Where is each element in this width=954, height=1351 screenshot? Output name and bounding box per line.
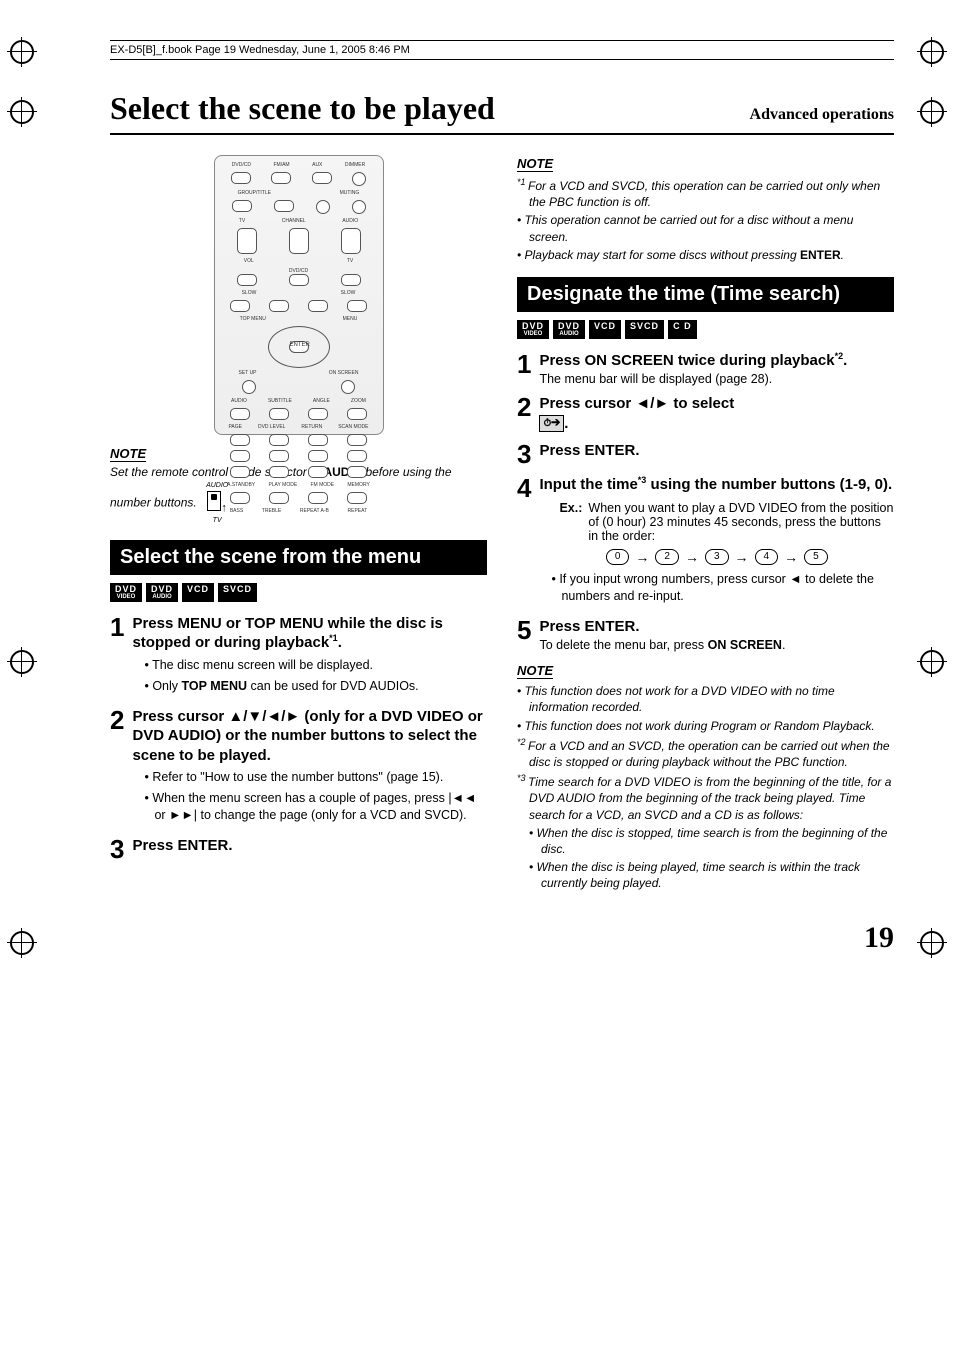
left-step-3: 3 Press ENTER. bbox=[110, 836, 487, 862]
left-step-2: 2 Press cursor ▲/▼/◄/► (only for a DVD V… bbox=[110, 707, 487, 828]
example-text: When you want to play a DVD VIDEO from t… bbox=[588, 501, 894, 543]
note-label: NOTE bbox=[517, 156, 553, 172]
step-title: Press cursor ◄/► to select ⏱➔. bbox=[539, 394, 894, 433]
note-item: • This function does not work for a DVD … bbox=[517, 683, 894, 715]
page-number: 19 bbox=[110, 921, 894, 955]
badge-vcd: VCD bbox=[182, 583, 214, 602]
badge-svcd: SVCD bbox=[625, 320, 664, 339]
note-label: NOTE bbox=[517, 663, 553, 679]
step-subtext: To delete the menu bar, press ON SCREEN. bbox=[539, 638, 894, 652]
page-subtitle: Advanced operations bbox=[750, 106, 894, 124]
page-title: Select the scene to be played bbox=[110, 90, 495, 127]
badge-dvd-video: DVDVIDEO bbox=[110, 583, 142, 602]
step-number: 1 bbox=[517, 351, 531, 377]
step-subtext: The menu bar will be displayed (page 28)… bbox=[539, 372, 894, 386]
remote-control-illustration: DVD/CDFM/AMAUXDIMMER GROUP/TITLEMUTING T… bbox=[214, 155, 384, 435]
example-label: Ex.: bbox=[559, 501, 582, 543]
badge-svcd: SVCD bbox=[218, 583, 257, 602]
title-row: Select the scene to be played Advanced o… bbox=[110, 90, 894, 135]
note-item: *2 For a VCD and an SVCD, the operation … bbox=[517, 736, 894, 770]
note-item: *1 For a VCD and SVCD, this operation ca… bbox=[517, 176, 894, 210]
note-item: • Playback may start for some discs with… bbox=[517, 247, 894, 263]
clock-arrow-icon: ⏱➔ bbox=[539, 415, 564, 432]
badge-dvd-audio: DVDAUDIO bbox=[146, 583, 178, 602]
num-button-icon: 3 bbox=[705, 549, 729, 565]
step-number: 4 bbox=[517, 475, 531, 501]
num-button-icon: 0 bbox=[606, 549, 630, 565]
section-header-time-search: Designate the time (Time search) bbox=[517, 277, 894, 312]
step-title: Press MENU or TOP MENU while the disc is… bbox=[132, 614, 487, 653]
bullet: • If you input wrong numbers, press curs… bbox=[551, 571, 894, 605]
badge-dvd-video: DVDVIDEO bbox=[517, 320, 549, 339]
badge-dvd-audio: DVDAUDIO bbox=[553, 320, 585, 339]
step-number: 3 bbox=[517, 441, 531, 467]
left-step-1: 1 Press MENU or TOP MENU while the disc … bbox=[110, 614, 487, 699]
note-item: • This function does not work during Pro… bbox=[517, 718, 894, 734]
num-button-icon: 2 bbox=[655, 549, 679, 565]
step-title: Press ENTER. bbox=[539, 617, 894, 637]
right-step-2: 2 Press cursor ◄/► to select ⏱➔. bbox=[517, 394, 894, 433]
note-block-top-right: NOTE *1 For a VCD and SVCD, this operati… bbox=[517, 155, 894, 263]
step-title: Input the time*3 using the number button… bbox=[539, 475, 894, 495]
note-block-bottom-right: NOTE • This function does not work for a… bbox=[517, 662, 894, 891]
note-subitem: • When the disc is stopped, time search … bbox=[529, 825, 894, 857]
step-number: 2 bbox=[517, 394, 531, 420]
step-title: Press ENTER. bbox=[539, 441, 894, 461]
framemaker-header: EX-D5[B]_f.book Page 19 Wednesday, June … bbox=[110, 40, 894, 60]
bullet: • Only TOP MENU can be used for DVD AUDI… bbox=[144, 678, 487, 695]
note-subitem: • When the disc is being played, time se… bbox=[529, 859, 894, 891]
step-title: Press cursor ▲/▼/◄/► (only for a DVD VID… bbox=[132, 707, 487, 766]
num-button-icon: 5 bbox=[804, 549, 828, 565]
step-title: Press ENTER. bbox=[132, 836, 487, 856]
section-header-select-scene: Select the scene from the menu bbox=[110, 540, 487, 575]
note-item: *3 Time search for a DVD VIDEO is from t… bbox=[517, 772, 894, 823]
step-number: 3 bbox=[110, 836, 124, 862]
badge-cd: C D bbox=[668, 320, 697, 339]
right-step-1: 1 Press ON SCREEN twice during playback*… bbox=[517, 351, 894, 387]
right-step-5: 5 Press ENTER. To delete the menu bar, p… bbox=[517, 617, 894, 653]
num-button-icon: 4 bbox=[755, 549, 779, 565]
right-step-3: 3 Press ENTER. bbox=[517, 441, 894, 467]
left-column: DVD/CDFM/AMAUXDIMMER GROUP/TITLEMUTING T… bbox=[110, 155, 487, 901]
note-item: • This operation cannot be carried out f… bbox=[517, 212, 894, 244]
bullet: • When the menu screen has a couple of p… bbox=[144, 790, 487, 824]
right-column: NOTE *1 For a VCD and SVCD, this operati… bbox=[517, 155, 894, 901]
step-title: Press ON SCREEN twice during playback*2. bbox=[539, 351, 894, 371]
bullet: • The disc menu screen will be displayed… bbox=[144, 657, 487, 674]
format-badges-left: DVDVIDEO DVDAUDIO VCD SVCD bbox=[110, 583, 487, 602]
step-number: 1 bbox=[110, 614, 124, 640]
bullet: • Refer to "How to use the number button… bbox=[144, 769, 487, 786]
format-badges-right: DVDVIDEO DVDAUDIO VCD SVCD C D bbox=[517, 320, 894, 339]
note-label: NOTE bbox=[110, 446, 146, 462]
number-sequence: 0→ 2→ 3→ 4→ 5 bbox=[539, 549, 894, 565]
step-number: 5 bbox=[517, 617, 531, 643]
step-number: 2 bbox=[110, 707, 124, 733]
badge-vcd: VCD bbox=[589, 320, 621, 339]
right-step-4: 4 Input the time*3 using the number butt… bbox=[517, 475, 894, 608]
